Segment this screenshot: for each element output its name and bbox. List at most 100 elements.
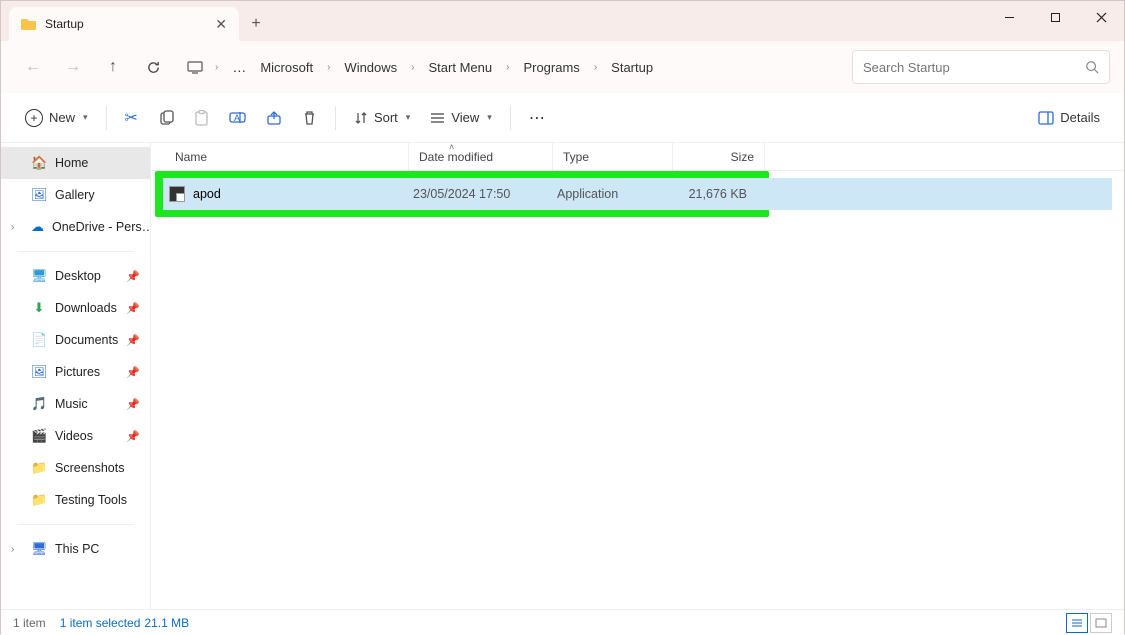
file-list[interactable]: apod 23/05/2024 17:50 Application 21,676… bbox=[151, 171, 1124, 609]
chevron-right-icon[interactable]: › bbox=[321, 62, 336, 73]
folder-icon bbox=[21, 17, 37, 31]
chevron-right-icon[interactable]: › bbox=[209, 62, 224, 73]
pin-icon[interactable]: 📌 bbox=[126, 398, 140, 411]
breadcrumb-item[interactable]: Windows bbox=[338, 56, 403, 79]
more-button[interactable]: ⋯ bbox=[521, 101, 553, 135]
details-view-button[interactable] bbox=[1066, 613, 1088, 633]
chevron-right-icon[interactable]: › bbox=[405, 62, 420, 73]
body-area: 🏠Home 🖼Gallery ›☁OneDrive - Pers… 🖥Deskt… bbox=[1, 143, 1124, 609]
videos-icon: 🎬 bbox=[31, 428, 47, 444]
sidebar-label: Screenshots bbox=[55, 461, 124, 475]
sidebar-item-pictures[interactable]: 🖼Pictures📌 bbox=[1, 356, 150, 388]
sidebar-label: Videos bbox=[55, 429, 93, 443]
new-label: New bbox=[49, 110, 75, 125]
sidebar-item-downloads[interactable]: ⬇ Downloads 📌 bbox=[1, 292, 150, 324]
back-button[interactable]: ← bbox=[15, 49, 51, 85]
window-tab[interactable]: Startup ✕ bbox=[9, 7, 239, 41]
separator bbox=[510, 106, 511, 130]
sidebar[interactable]: 🏠Home 🖼Gallery ›☁OneDrive - Pers… 🖥Deskt… bbox=[1, 143, 151, 609]
pin-icon[interactable]: 📌 bbox=[126, 334, 140, 347]
pin-icon[interactable]: 📌 bbox=[126, 366, 140, 379]
close-tab-icon[interactable]: ✕ bbox=[215, 16, 227, 33]
sidebar-item-desktop[interactable]: 🖥Desktop📌 bbox=[1, 260, 150, 292]
details-button[interactable]: Details bbox=[1030, 101, 1108, 135]
sidebar-label: Downloads bbox=[55, 301, 117, 315]
search-box[interactable] bbox=[852, 50, 1110, 84]
copy-button[interactable] bbox=[150, 101, 182, 135]
selection-count: 1 item selected bbox=[60, 616, 141, 630]
window-controls bbox=[986, 1, 1124, 33]
sidebar-item-documents[interactable]: 📄Documents📌 bbox=[1, 324, 150, 356]
sidebar-item-music[interactable]: 🎵Music📌 bbox=[1, 388, 150, 420]
selection-size: 21.1 MB bbox=[144, 616, 189, 630]
chevron-down-icon: ▾ bbox=[406, 112, 411, 123]
paste-icon bbox=[194, 110, 209, 126]
sidebar-item-onedrive[interactable]: ›☁OneDrive - Pers… bbox=[1, 211, 150, 243]
column-date[interactable]: Date modified bbox=[409, 143, 553, 170]
column-size[interactable]: Size bbox=[673, 143, 765, 170]
separator bbox=[335, 106, 336, 130]
sidebar-item-screenshots[interactable]: 📁Screenshots bbox=[1, 452, 150, 484]
overflow-icon[interactable]: … bbox=[226, 59, 252, 75]
sidebar-item-thispc[interactable]: ›🖥This PC bbox=[1, 533, 150, 565]
file-size: 21,676 KB bbox=[677, 187, 755, 201]
application-icon bbox=[169, 186, 185, 202]
sort-icon bbox=[354, 111, 368, 125]
chevron-right-icon[interactable]: › bbox=[588, 62, 603, 73]
pin-icon[interactable]: 📌 bbox=[126, 270, 140, 283]
search-icon[interactable] bbox=[1085, 60, 1099, 74]
separator bbox=[17, 251, 134, 252]
documents-icon: 📄 bbox=[31, 332, 47, 348]
cut-button[interactable]: ✂ bbox=[117, 101, 146, 135]
search-input[interactable] bbox=[863, 60, 1085, 75]
details-label: Details bbox=[1060, 110, 1100, 125]
sort-button[interactable]: Sort ▾ bbox=[346, 101, 418, 135]
share-button[interactable] bbox=[258, 101, 290, 135]
address-bar[interactable]: › … Microsoft › Windows › Start Menu › P… bbox=[183, 56, 840, 79]
cut-icon: ✂ bbox=[125, 108, 138, 128]
maximize-button[interactable] bbox=[1032, 1, 1078, 33]
sidebar-item-home[interactable]: 🏠Home bbox=[1, 147, 150, 179]
view-label: View bbox=[451, 110, 479, 125]
minimize-button[interactable] bbox=[986, 1, 1032, 33]
column-name[interactable]: Name bbox=[151, 143, 409, 170]
thumbnails-view-button[interactable] bbox=[1090, 613, 1112, 633]
column-type[interactable]: Type bbox=[553, 143, 673, 170]
forward-button[interactable]: → bbox=[55, 49, 91, 85]
breadcrumb-item[interactable]: Start Menu bbox=[423, 56, 499, 79]
chevron-right-icon[interactable]: › bbox=[500, 62, 515, 73]
downloads-icon: ⬇ bbox=[31, 300, 47, 316]
breadcrumb-item[interactable]: Programs bbox=[517, 56, 585, 79]
new-button[interactable]: + New ▾ bbox=[17, 101, 96, 135]
svg-text:A: A bbox=[234, 113, 240, 123]
item-count: 1 item bbox=[13, 616, 46, 630]
new-tab-button[interactable]: + bbox=[239, 7, 273, 41]
delete-icon bbox=[302, 110, 317, 126]
sidebar-item-testing[interactable]: 📁Testing Tools bbox=[1, 484, 150, 516]
pin-icon[interactable]: 📌 bbox=[126, 430, 140, 443]
rename-button[interactable]: A bbox=[221, 101, 254, 135]
pictures-icon: 🖼 bbox=[31, 364, 47, 380]
expand-icon[interactable]: › bbox=[11, 544, 14, 555]
view-button[interactable]: View ▾ bbox=[422, 101, 499, 135]
sidebar-item-videos[interactable]: 🎬 Videos 📌 bbox=[1, 420, 150, 452]
breadcrumb-item[interactable]: Microsoft bbox=[254, 56, 319, 79]
this-pc-icon bbox=[183, 60, 207, 74]
paste-button[interactable] bbox=[186, 101, 217, 135]
copy-icon bbox=[158, 110, 174, 126]
share-icon bbox=[266, 110, 282, 126]
toolbar: + New ▾ ✂ A Sort ▾ View ▾ ⋯ Details bbox=[1, 93, 1124, 143]
up-button[interactable]: ↑ bbox=[95, 49, 131, 85]
nav-bar: ← → ↑ › … Microsoft › Windows › Start Me… bbox=[1, 41, 1124, 93]
onedrive-icon: ☁ bbox=[31, 219, 44, 235]
close-window-button[interactable] bbox=[1078, 1, 1124, 33]
sidebar-item-gallery[interactable]: 🖼Gallery bbox=[1, 179, 150, 211]
breadcrumb-item[interactable]: Startup bbox=[605, 56, 659, 79]
delete-button[interactable] bbox=[294, 101, 325, 135]
refresh-button[interactable] bbox=[135, 49, 171, 85]
gallery-icon: 🖼 bbox=[31, 187, 47, 203]
expand-icon[interactable]: › bbox=[11, 222, 14, 233]
file-row[interactable]: apod 23/05/2024 17:50 Application 21,676… bbox=[163, 178, 1112, 210]
pin-icon[interactable]: 📌 bbox=[126, 302, 140, 315]
sidebar-label: Desktop bbox=[55, 269, 101, 283]
